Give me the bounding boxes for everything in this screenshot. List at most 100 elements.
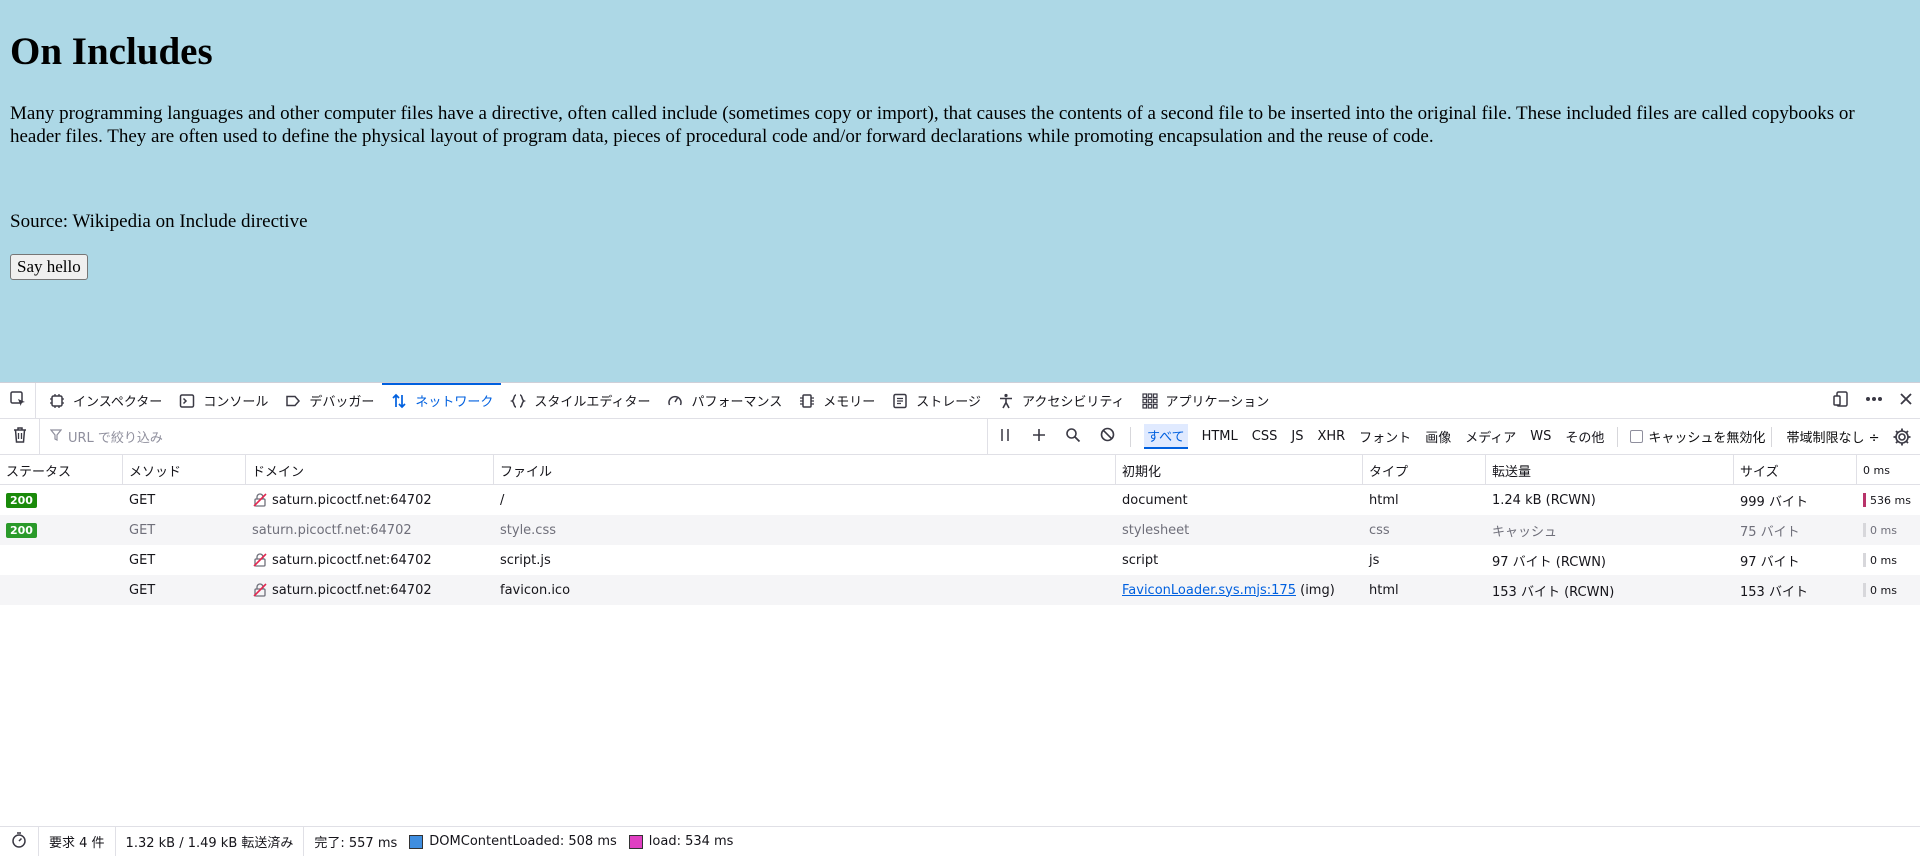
waterfall-time: 0 ms <box>1870 553 1897 567</box>
type-filter-label: JS <box>1291 429 1304 444</box>
cell-method: GET <box>129 582 156 598</box>
cell-method: GET <box>129 522 156 538</box>
tab-debugger[interactable]: デバッガー <box>276 383 382 419</box>
type-filter-button[interactable]: WS <box>1523 419 1558 455</box>
tab-inspector[interactable]: インスペクター <box>40 383 170 419</box>
add-request-button[interactable] <box>1022 419 1056 455</box>
pause-icon <box>999 428 1011 446</box>
block-button[interactable] <box>1090 419 1124 455</box>
column-header-domain[interactable]: ドメイン <box>246 455 494 485</box>
pause-button[interactable] <box>988 419 1022 455</box>
network-status-bar: 要求 4 件 1.32 kB / 1.49 kB 転送済み 完了: 557 ms… <box>0 826 1920 856</box>
cell-file: script.js <box>500 552 551 568</box>
cell-waterfall: 0 ms <box>1857 545 1920 575</box>
tab-accessibility[interactable]: アクセシビリティ <box>989 383 1133 419</box>
column-header-method[interactable]: メソッド <box>123 455 246 485</box>
cell-transferred: 1.24 kB (RCWN) <box>1492 492 1596 508</box>
type-filter-button[interactable]: XHR <box>1310 419 1352 455</box>
type-filter-button[interactable]: 画像 <box>1418 419 1458 455</box>
column-header-size[interactable]: サイズ <box>1734 455 1857 485</box>
type-filter-button[interactable]: CSS <box>1245 419 1285 455</box>
dom-content-loaded-text: DOMContentLoaded: 508 ms <box>429 834 617 849</box>
column-header-waterfall[interactable]: 0 ms <box>1857 455 1920 485</box>
insecure-lock-icon <box>252 492 268 508</box>
throttle-select[interactable]: 帯域制限なし ÷ <box>1778 427 1887 446</box>
more-options-icon[interactable] <box>1864 390 1884 412</box>
source-text: Source: Wikipedia on Include directive <box>10 211 308 232</box>
cell-type: css <box>1369 522 1390 538</box>
tab-style-editor[interactable]: スタイルエディター <box>501 383 658 419</box>
cell-status: 200 <box>0 515 123 545</box>
column-header-transferred[interactable]: 転送量 <box>1486 455 1734 485</box>
request-table-header: ステータス メソッド ドメイン ファイル 初期化 タイプ 転送量 サイズ 0 ms <box>0 455 1920 485</box>
request-table-body: 200 GET saturn.picoctf.net:64702 / document h… <box>0 485 1920 605</box>
separator <box>1771 426 1773 447</box>
waterfall-bar <box>1863 523 1866 537</box>
type-filter-label: すべて <box>1144 424 1188 449</box>
cell-waterfall: 536 ms <box>1857 485 1920 515</box>
perf-analysis-button[interactable] <box>0 826 39 856</box>
type-filter-button[interactable]: HTML <box>1195 419 1245 455</box>
type-filter-label: WS <box>1530 429 1552 444</box>
request-count: 要求 4 件 <box>39 826 116 856</box>
tab-console[interactable]: コンソール <box>170 383 276 419</box>
disable-cache-checkbox[interactable]: キャッシュを無効化 <box>1624 427 1765 446</box>
cell-domain: saturn.picoctf.net:64702 <box>246 575 494 605</box>
column-header-initiator[interactable]: 初期化 <box>1116 455 1363 485</box>
type-filter-button[interactable]: その他 <box>1558 419 1611 455</box>
clear-button[interactable] <box>0 418 40 455</box>
type-filter-button[interactable]: JS <box>1284 419 1310 455</box>
table-row[interactable]: 200 GET saturn.picoctf.net:64702 style.css s… <box>0 515 1920 545</box>
table-row[interactable]: GET saturn.picoctf.net:64702 script.js scri… <box>0 545 1920 575</box>
memory-icon <box>798 392 816 410</box>
cell-type: html <box>1369 582 1399 598</box>
search-button[interactable] <box>1056 419 1090 455</box>
type-filter-button[interactable]: すべて <box>1137 419 1195 455</box>
load-time-text: load: 534 ms <box>648 834 734 849</box>
page-heading: On Includes <box>10 30 213 73</box>
cell-file: favicon.ico <box>500 582 571 598</box>
tab-memory[interactable]: メモリー <box>790 383 883 419</box>
table-row[interactable]: 200 GET saturn.picoctf.net:64702 / document h… <box>0 485 1920 515</box>
tab-performance[interactable]: パフォーマンス <box>658 383 790 419</box>
plus-icon <box>1032 428 1046 446</box>
network-icon <box>390 392 408 410</box>
initiator-link[interactable]: FaviconLoader.sys.mjs:175 <box>1122 583 1296 598</box>
cell-file: / <box>500 492 505 508</box>
column-header-type[interactable]: タイプ <box>1363 455 1486 485</box>
cell-initiator: document <box>1116 485 1363 515</box>
tab-label: アプリケーション <box>1165 395 1270 410</box>
gear-icon[interactable] <box>1892 427 1912 451</box>
tab-label: パフォーマンス <box>691 395 783 410</box>
type-filter-button[interactable]: フォント <box>1352 419 1418 455</box>
cell-size: 999 バイト <box>1740 494 1808 510</box>
accessibility-icon <box>997 392 1015 410</box>
application-icon <box>1141 392 1159 410</box>
checkbox-box[interactable] <box>1630 430 1644 443</box>
element-picker-button[interactable] <box>0 382 36 419</box>
tab-application[interactable]: アプリケーション <box>1133 383 1278 419</box>
responsive-design-icon[interactable] <box>1832 390 1850 412</box>
status-badge: 200 <box>6 492 37 508</box>
element-picker-icon <box>9 390 27 412</box>
filter-icon <box>49 428 63 445</box>
close-devtools-icon[interactable] <box>1898 391 1914 411</box>
disable-cache-label: キャッシュを無効化 <box>1648 431 1766 446</box>
waterfall-bar <box>1863 493 1866 507</box>
tab-network[interactable]: ネットワーク <box>382 382 502 419</box>
table-row[interactable]: GET saturn.picoctf.net:64702 favicon.ico Fa… <box>0 575 1920 605</box>
storage-icon <box>891 392 909 410</box>
waterfall-time: 0 ms <box>1870 583 1897 597</box>
type-filter-label: CSS <box>1251 429 1278 444</box>
url-filter-input[interactable]: URL で絞り込み <box>40 418 988 455</box>
block-icon <box>1100 427 1115 446</box>
column-header-status[interactable]: ステータス <box>0 455 123 485</box>
waterfall-bar <box>1863 583 1866 597</box>
column-header-file[interactable]: ファイル <box>494 455 1116 485</box>
say-hello-button[interactable]: Say hello <box>10 254 88 280</box>
console-icon <box>178 392 196 410</box>
tab-storage[interactable]: ストレージ <box>883 383 989 419</box>
cell-initiator: FaviconLoader.sys.mjs:175 (img) <box>1116 575 1363 605</box>
type-filter-label: フォント <box>1359 431 1412 446</box>
type-filter-button[interactable]: メディア <box>1458 419 1523 455</box>
